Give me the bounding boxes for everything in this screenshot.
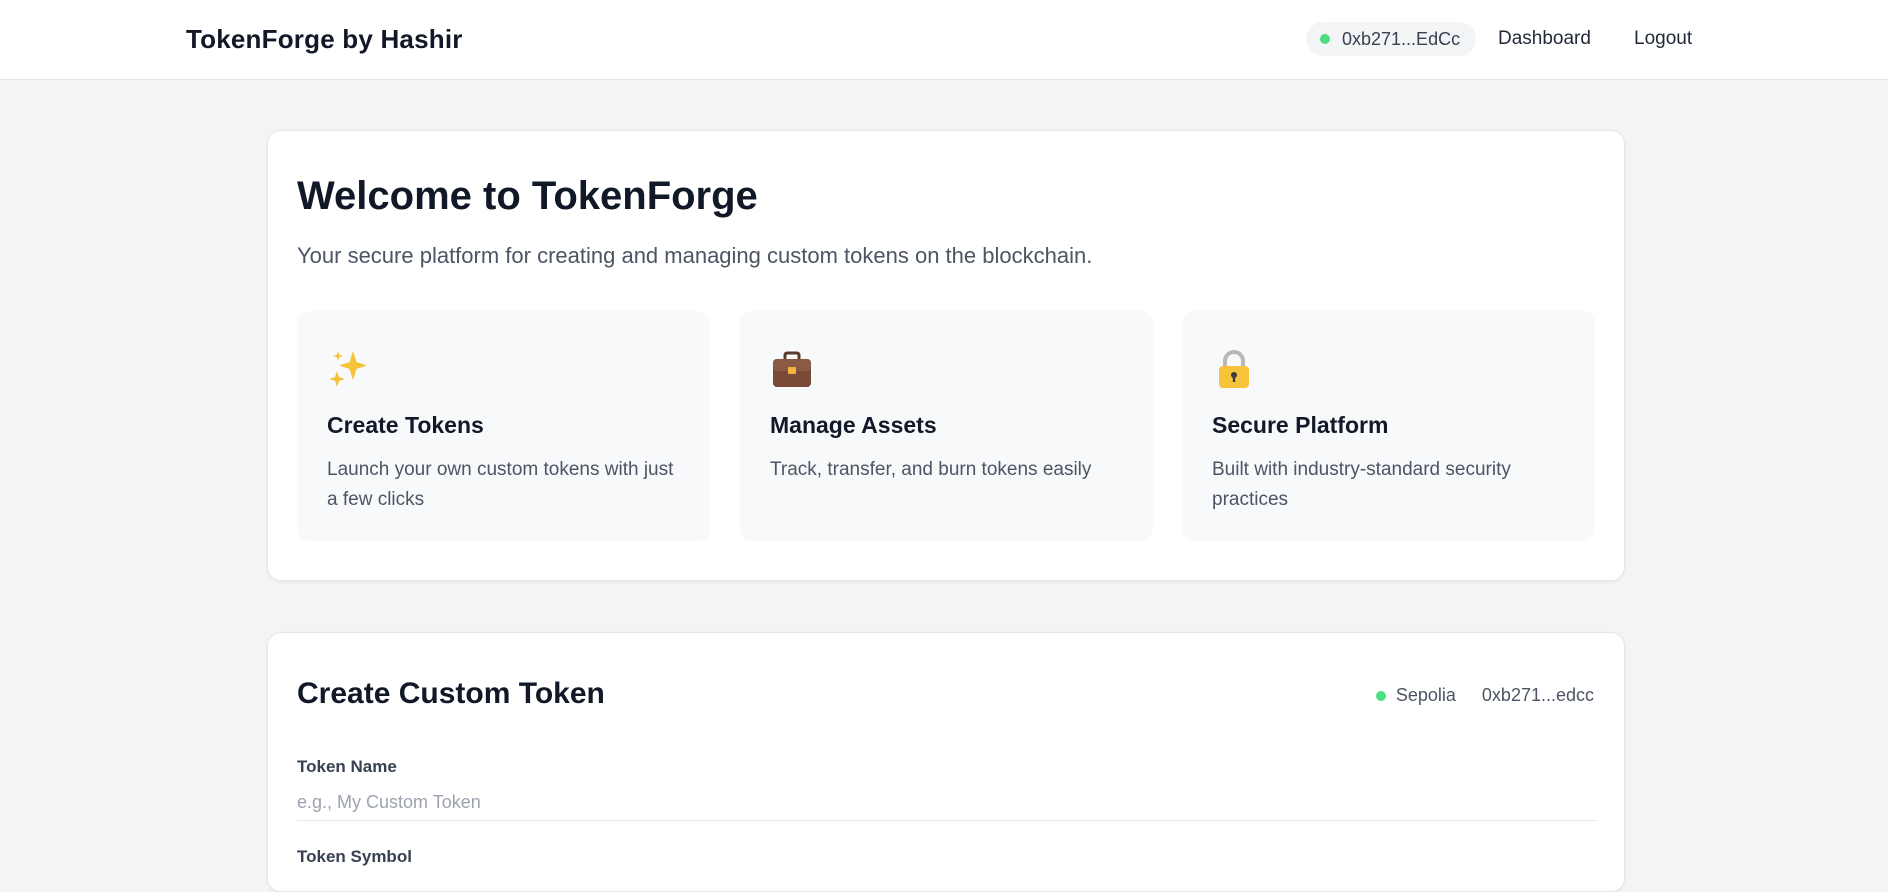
welcome-title: Welcome to TokenForge: [297, 174, 758, 218]
top-navbar: TokenForge by Hashir 0xb271...EdCc Dashb…: [0, 0, 1888, 80]
create-token-card: Create Custom Token Sepolia 0xb271...edc…: [267, 632, 1625, 892]
feature-description: Track, transfer, and burn tokens easily: [770, 459, 1092, 480]
nav-dashboard-link[interactable]: Dashboard: [1498, 28, 1591, 50]
token-symbol-label: Token Symbol: [297, 847, 412, 866]
network-address: 0xb271...edcc: [1481, 685, 1594, 705]
feature-title: Create Tokens: [327, 412, 484, 438]
briefcase-icon: [773, 351, 811, 387]
nav-logout-link[interactable]: Logout: [1634, 28, 1692, 50]
lock-icon: [1219, 350, 1249, 388]
sparkles-icon: [329, 351, 367, 387]
brand-title[interactable]: TokenForge by Hashir: [186, 24, 463, 55]
connected-status-dot: [1320, 34, 1330, 44]
wallet-status-pill[interactable]: 0xb271...EdCc: [1306, 22, 1477, 56]
create-token-title: Create Custom Token: [297, 677, 605, 710]
network-name: Sepolia: [1395, 685, 1456, 705]
token-name-input[interactable]: [297, 785, 1597, 821]
feature-card-create-tokens: Create Tokens Launch your own custom tok…: [297, 311, 710, 541]
welcome-card: Welcome to TokenForge Your secure platfo…: [267, 130, 1625, 581]
network-status-dot: [1375, 690, 1386, 701]
welcome-subtitle: Your secure platform for creating and ma…: [297, 243, 1093, 268]
feature-title: Secure Platform: [1212, 412, 1389, 438]
token-name-label: Token Name: [297, 757, 397, 776]
network-status: Sepolia 0xb271...edcc: [1375, 685, 1594, 706]
feature-title: Manage Assets: [770, 412, 937, 438]
feature-card-manage-assets: Manage Assets Track, transfer, and burn …: [740, 311, 1153, 541]
wallet-address: 0xb271...EdCc: [1342, 28, 1461, 49]
feature-card-secure-platform: Secure Platform Built with industry-stan…: [1182, 311, 1595, 541]
feature-description: Built with industry-standard security pr…: [1212, 459, 1511, 510]
feature-description: Launch your own custom tokens with just …: [327, 459, 674, 510]
